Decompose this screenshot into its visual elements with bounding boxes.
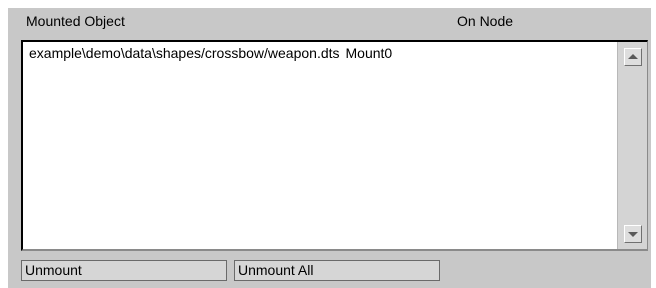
list-item[interactable]: example\demo\data\shapes/crossbow/weapon… [29, 45, 392, 61]
scroll-up-button[interactable] [624, 48, 642, 66]
vertical-scrollbar[interactable] [617, 42, 647, 249]
mount-panel: Mounted Object On Node example\demo\data… [8, 8, 651, 288]
mounted-object-path: example\demo\data\shapes/crossbow/weapon… [29, 45, 340, 61]
unmount-all-button[interactable]: Unmount All [234, 260, 440, 281]
arrow-up-icon [628, 54, 638, 59]
list-body: example\demo\data\shapes/crossbow/weapon… [23, 42, 617, 249]
mounted-objects-list[interactable]: example\demo\data\shapes/crossbow/weapon… [21, 40, 648, 251]
unmount-button[interactable]: Unmount [21, 260, 227, 281]
mount-node-name: Mount0 [345, 45, 393, 61]
column-header-mounted-object: Mounted Object [26, 13, 125, 29]
arrow-down-icon [628, 232, 638, 237]
scroll-down-button[interactable] [624, 225, 642, 243]
column-header-on-node: On Node [457, 13, 514, 29]
